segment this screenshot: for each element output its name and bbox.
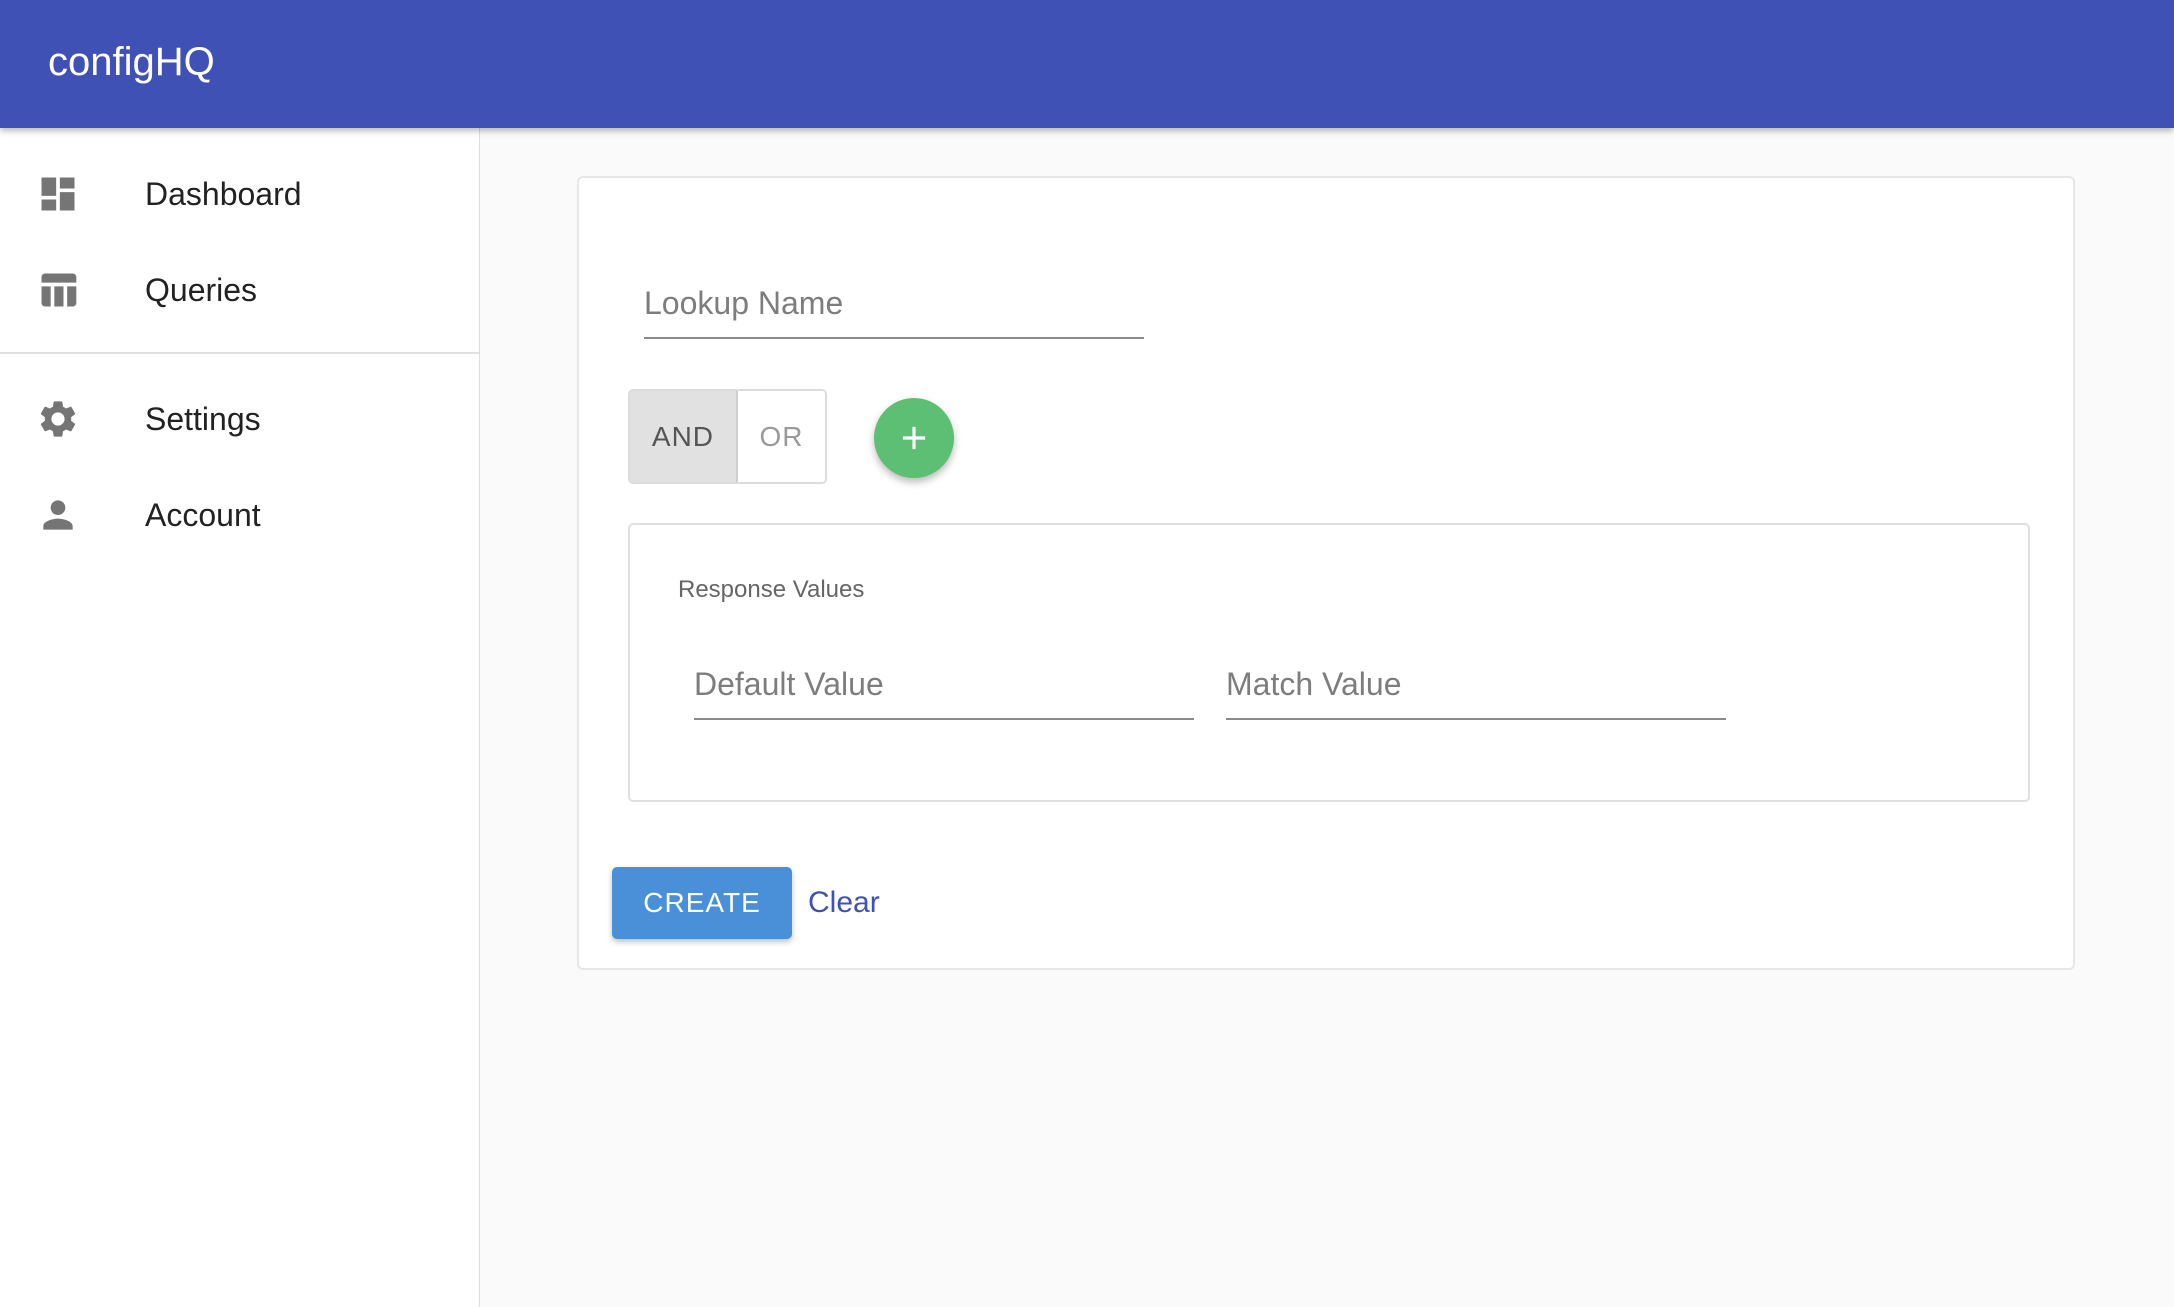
plus-icon (902, 426, 926, 450)
match-value-input[interactable] (1226, 660, 1726, 708)
person-icon (36, 493, 80, 537)
or-toggle-button[interactable]: OR (737, 391, 825, 482)
sidebar-item-settings[interactable]: Settings (0, 371, 479, 467)
gear-icon (36, 397, 80, 441)
sidebar-item-dashboard[interactable]: Dashboard (0, 146, 479, 242)
sidebar-item-label: Settings (145, 401, 261, 437)
sidebar-item-account[interactable]: Account (0, 467, 479, 563)
response-values-panel: Response Values (628, 523, 2030, 802)
response-values-title: Response Values (678, 576, 865, 603)
sidebar-item-label: Dashboard (145, 176, 302, 212)
app-title: configHQ (48, 40, 215, 84)
sidebar-divider (0, 352, 479, 354)
add-condition-button[interactable] (874, 398, 954, 478)
sidebar-item-label: Queries (145, 272, 258, 308)
operator-toggle-group: AND OR (628, 389, 827, 484)
lookup-form-card: AND OR Response Values CREATE Clear (577, 176, 2075, 970)
match-value-field[interactable] (1226, 660, 1726, 720)
lookup-name-field[interactable] (644, 279, 1144, 339)
default-value-input[interactable] (694, 660, 1194, 708)
dashboard-icon (36, 172, 80, 216)
create-button[interactable]: CREATE (612, 867, 792, 939)
and-toggle-button[interactable]: AND (630, 391, 738, 482)
app-bar: configHQ (0, 0, 2174, 128)
clear-link[interactable]: Clear (808, 884, 880, 922)
sidebar-item-label: Account (145, 497, 261, 533)
sidebar-item-queries[interactable]: Queries (0, 242, 479, 338)
lookup-name-input[interactable] (644, 279, 1144, 327)
default-value-field[interactable] (694, 660, 1194, 720)
sidebar: Dashboard Queries Settings Account (0, 128, 480, 1307)
table-icon (36, 268, 80, 312)
